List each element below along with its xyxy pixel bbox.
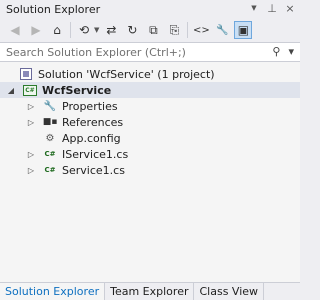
- title-bar: Solution Explorer ▼ ⊥ ×: [0, 0, 300, 18]
- sync-button[interactable]: ⇄: [102, 21, 120, 39]
- back-icon: ◀: [10, 23, 20, 37]
- panel-title: Solution Explorer: [6, 3, 101, 16]
- tree-item-service1[interactable]: ▷ C# Service1.cs: [0, 162, 300, 178]
- tab-team-explorer[interactable]: Team Explorer: [105, 283, 195, 300]
- preview-selected-items-button[interactable]: ▣: [234, 21, 253, 39]
- expanded-arrow-icon[interactable]: ◢: [6, 86, 16, 95]
- pending-changes-icon: ⟲: [78, 23, 90, 37]
- csharp-project-icon: C#: [22, 83, 38, 97]
- csharp-file-icon: C#: [44, 166, 56, 174]
- config-file-icon: ⚙: [45, 132, 55, 144]
- home-button[interactable]: ⌂: [48, 21, 66, 39]
- pending-changes-button[interactable]: ⟲: [75, 21, 93, 39]
- tree-item-project[interactable]: ◢ C# WcfService: [0, 82, 300, 98]
- tree-item-label: IService1.cs: [62, 147, 129, 161]
- collapsed-arrow-icon[interactable]: ▷: [26, 118, 36, 127]
- collapsed-arrow-icon[interactable]: ▷: [26, 166, 36, 175]
- show-all-files-button[interactable]: ⎘: [165, 21, 183, 39]
- csharp-file-icon: C#: [44, 150, 56, 158]
- pending-changes-dropdown-icon[interactable]: ▼: [94, 26, 99, 34]
- tree-item-app-config[interactable]: ⚙ App.config: [0, 130, 300, 146]
- bottom-tab-strip: Solution Explorer Team Explorer Class Vi…: [0, 282, 300, 300]
- show-all-files-icon: ⎘: [169, 22, 180, 37]
- tree-item-label: Service1.cs: [62, 163, 125, 177]
- forward-button[interactable]: ▶: [27, 21, 45, 39]
- search-icon[interactable]: ⚲: [272, 45, 280, 58]
- solution-icon: [18, 67, 34, 81]
- tree-item-references[interactable]: ▷ ■▪ References: [0, 114, 300, 130]
- view-code-button[interactable]: <>: [192, 21, 210, 39]
- toolbar-separator: [70, 22, 71, 38]
- search-options-dropdown-icon[interactable]: ▾: [288, 45, 294, 58]
- tree-item-iservice1[interactable]: ▷ C# IService1.cs: [0, 146, 300, 162]
- toolbar-separator: [187, 22, 189, 38]
- search-input[interactable]: [0, 44, 263, 60]
- tree-item-label: WcfService: [42, 83, 112, 97]
- refresh-icon: ↻: [127, 23, 138, 37]
- collapse-all-icon: ⧉: [149, 22, 158, 37]
- tab-solution-explorer[interactable]: Solution Explorer: [0, 283, 106, 300]
- forward-icon: ▶: [31, 23, 41, 37]
- references-icon: ■▪: [42, 117, 58, 127]
- collapse-all-button[interactable]: ⧉: [144, 21, 162, 39]
- solution-tree: Solution 'WcfService' (1 project) ◢ C# W…: [0, 62, 300, 282]
- sync-icon: ⇄: [106, 23, 117, 37]
- home-icon: ⌂: [53, 23, 61, 37]
- properties-button[interactable]: 🔧: [213, 21, 231, 39]
- preview-icon: ▣: [237, 23, 250, 37]
- tree-item-properties[interactable]: ▷ 🔧 Properties: [0, 98, 300, 114]
- toolbar: ◀ ▶ ⌂ ⟲ ▼ ⇄ ↻ ⧉ ⎘ <> 🔧 ▣: [0, 18, 300, 42]
- collapsed-arrow-icon[interactable]: ▷: [26, 102, 36, 111]
- tree-item-label: Solution 'WcfService' (1 project): [38, 67, 215, 81]
- close-icon[interactable]: ×: [284, 2, 296, 15]
- tree-item-label: References: [62, 115, 124, 129]
- properties-icon: 🔧: [43, 100, 57, 112]
- search-box: ⚲ ▾: [0, 42, 300, 62]
- view-code-icon: <>: [193, 24, 210, 36]
- back-button[interactable]: ◀: [6, 21, 24, 39]
- tree-item-solution[interactable]: Solution 'WcfService' (1 project): [0, 66, 300, 82]
- pin-icon[interactable]: ⊥: [266, 2, 278, 15]
- tree-item-label: Properties: [62, 99, 118, 113]
- wrench-icon: 🔧: [216, 24, 229, 36]
- panel-menu-dropdown-icon[interactable]: ▼: [248, 2, 260, 15]
- tree-item-label: App.config: [62, 131, 121, 145]
- tab-class-view[interactable]: Class View: [194, 283, 265, 300]
- collapsed-arrow-icon[interactable]: ▷: [26, 150, 36, 159]
- refresh-button[interactable]: ↻: [123, 21, 141, 39]
